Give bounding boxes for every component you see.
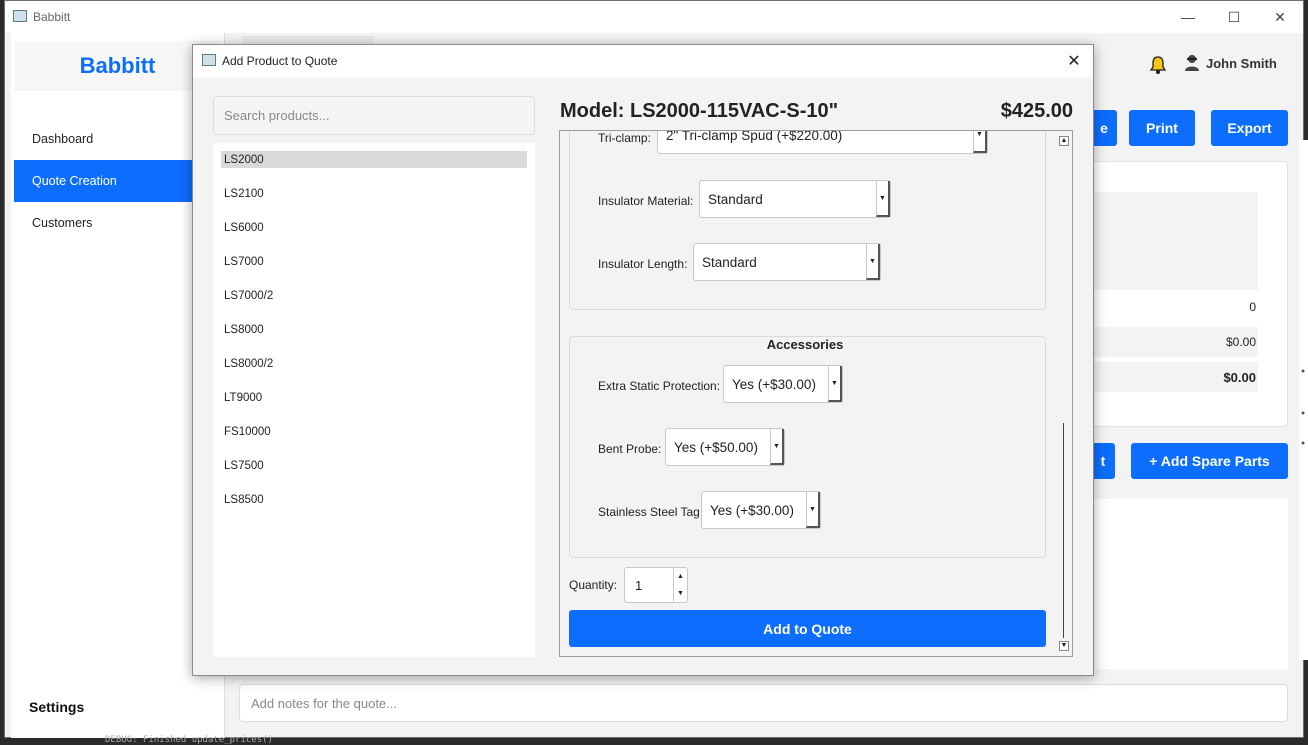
print-button[interactable]: Print bbox=[1129, 110, 1195, 146]
save-button[interactable]: e bbox=[1091, 110, 1117, 146]
app-icon bbox=[13, 10, 27, 22]
product-list-item[interactable]: LS8000/2 bbox=[221, 355, 527, 372]
chevron-down-icon: ▼ bbox=[770, 429, 784, 465]
quantity-stepper[interactable]: 1 ▲ ▼ bbox=[624, 567, 688, 603]
options-scrollbar[interactable]: ▲ ▼ bbox=[1056, 131, 1072, 656]
window-title: Babbitt bbox=[33, 10, 71, 24]
bent-probe-select[interactable]: Yes (+$50.00) ▼ bbox=[665, 428, 785, 466]
quote-summary-card: 0 $0.00 $0.00 bbox=[1091, 161, 1288, 427]
debug-console-text: DEBUG: Finished update_prices() bbox=[105, 735, 273, 745]
notes-input[interactable]: Add notes for the quote... bbox=[239, 684, 1288, 722]
chevron-down-icon: ▼ bbox=[806, 492, 820, 528]
model-price: $425.00 bbox=[1000, 100, 1073, 122]
dialog-title: Add Product to Quote bbox=[222, 54, 338, 68]
summary-total: $0.00 bbox=[1223, 370, 1256, 385]
sidebar-item-quote-creation[interactable]: Quote Creation bbox=[14, 160, 194, 202]
background-window-edge bbox=[1299, 140, 1308, 660]
chevron-down-icon: ▼ bbox=[828, 366, 842, 402]
product-list-item[interactable]: LS8000 bbox=[221, 321, 527, 338]
dialog-titlebar: Add Product to Quote ✕ bbox=[193, 45, 1093, 77]
dialog-app-icon bbox=[202, 54, 216, 66]
insulator-material-label: Insulator Material: bbox=[598, 194, 694, 208]
dialog-close-icon[interactable]: ✕ bbox=[1063, 50, 1085, 72]
brand-logo: Babbitt bbox=[14, 41, 221, 91]
triclamp-select[interactable]: 2" Tri-clamp Spud (+$220.00) ▼ bbox=[657, 130, 988, 154]
product-list-item[interactable]: LS7000/2 bbox=[221, 287, 527, 304]
add-product-button[interactable]: t bbox=[1091, 443, 1115, 479]
extra-static-select[interactable]: Yes (+$30.00) ▼ bbox=[723, 365, 843, 403]
chevron-down-icon: ▼ bbox=[973, 131, 987, 153]
bell-icon[interactable] bbox=[1149, 55, 1167, 75]
insulator-material-value: Standard bbox=[708, 191, 763, 207]
scroll-up-icon[interactable]: ▲ bbox=[1059, 136, 1069, 146]
sidebar-item-dashboard[interactable]: Dashboard bbox=[14, 118, 194, 160]
stainless-tag-label: Stainless Steel Tag: bbox=[598, 505, 704, 519]
scroll-down-icon[interactable]: ▼ bbox=[1059, 641, 1069, 651]
model-title: Model: LS2000-115VAC-S-10" bbox=[560, 100, 839, 122]
product-list: LS2000 LS2100 LS6000 LS7000 LS7000/2 LS8… bbox=[213, 143, 535, 657]
spin-up-icon[interactable]: ▲ bbox=[673, 568, 687, 585]
extra-static-value: Yes (+$30.00) bbox=[732, 376, 816, 392]
insulator-length-select[interactable]: Standard ▼ bbox=[693, 243, 881, 281]
product-list-item[interactable]: LS6000 bbox=[221, 219, 527, 236]
quantity-label: Quantity: bbox=[569, 578, 618, 592]
spin-down-icon[interactable]: ▼ bbox=[673, 585, 687, 602]
quantity-spin-buttons[interactable]: ▲ ▼ bbox=[673, 568, 687, 602]
quantity-value: 1 bbox=[635, 577, 643, 593]
summary-subtotal-row: $0.00 bbox=[1092, 327, 1258, 357]
export-button[interactable]: Export bbox=[1211, 110, 1288, 146]
sidebar-item-settings[interactable]: Settings bbox=[29, 699, 84, 715]
add-spare-parts-button[interactable]: + Add Spare Parts bbox=[1131, 443, 1288, 479]
close-icon[interactable]: ✕ bbox=[1257, 1, 1303, 33]
bent-probe-value: Yes (+$50.00) bbox=[674, 439, 758, 455]
bent-probe-label: Bent Probe: bbox=[598, 442, 662, 456]
minimize-icon[interactable]: — bbox=[1165, 1, 1211, 33]
chevron-down-icon: ▼ bbox=[866, 244, 880, 280]
triclamp-value: 2" Tri-clamp Spud (+$220.00) bbox=[666, 130, 843, 143]
summary-count-row: 0 bbox=[1092, 292, 1258, 322]
stainless-tag-value: Yes (+$30.00) bbox=[710, 502, 794, 518]
options-group bbox=[569, 131, 1046, 310]
window-titlebar: Babbitt — ☐ ✕ bbox=[5, 1, 1303, 33]
product-list-item[interactable]: LS7000 bbox=[221, 253, 527, 270]
summary-subtotal: $0.00 bbox=[1225, 335, 1256, 349]
product-list-item[interactable]: LS2000 bbox=[221, 151, 527, 168]
user-name: John Smith bbox=[1206, 55, 1277, 71]
triclamp-label: Tri-clamp: bbox=[598, 131, 651, 145]
summary-total-row: $0.00 bbox=[1092, 362, 1258, 392]
product-list-item[interactable]: LS7500 bbox=[221, 457, 527, 474]
insulator-length-label: Insulator Length: bbox=[598, 257, 688, 271]
scrollbar-thumb[interactable] bbox=[1063, 423, 1064, 638]
maximize-icon[interactable]: ☐ bbox=[1211, 1, 1257, 33]
product-list-item[interactable]: LS8500 bbox=[221, 491, 527, 508]
extra-static-label: Extra Static Protection: bbox=[598, 379, 721, 393]
sidebar-item-customers[interactable]: Customers bbox=[14, 202, 194, 244]
product-list-item[interactable]: FS10000 bbox=[221, 423, 527, 440]
summary-placeholder bbox=[1092, 192, 1258, 290]
options-scroll-pane: Tri-clamp: 2" Tri-clamp Spud (+$220.00) … bbox=[559, 130, 1073, 657]
summary-count: 0 bbox=[1249, 300, 1256, 314]
chevron-down-icon: ▼ bbox=[876, 181, 890, 217]
product-list-item[interactable]: LT9000 bbox=[221, 389, 527, 406]
stainless-tag-select[interactable]: Yes (+$30.00) ▼ bbox=[701, 491, 821, 529]
product-search-input[interactable]: Search products... bbox=[213, 96, 535, 135]
accessories-title: Accessories bbox=[758, 337, 852, 352]
product-list-item[interactable]: LS2100 bbox=[221, 185, 527, 202]
user-avatar-icon bbox=[1185, 55, 1199, 71]
add-to-quote-button[interactable]: Add to Quote bbox=[569, 610, 1046, 647]
user-menu[interactable]: John Smith bbox=[1184, 54, 1277, 72]
add-product-dialog: Add Product to Quote ✕ Search products..… bbox=[192, 44, 1094, 676]
insulator-material-select[interactable]: Standard ▼ bbox=[699, 180, 891, 218]
insulator-length-value: Standard bbox=[702, 254, 757, 270]
quote-items-area bbox=[1091, 499, 1288, 669]
